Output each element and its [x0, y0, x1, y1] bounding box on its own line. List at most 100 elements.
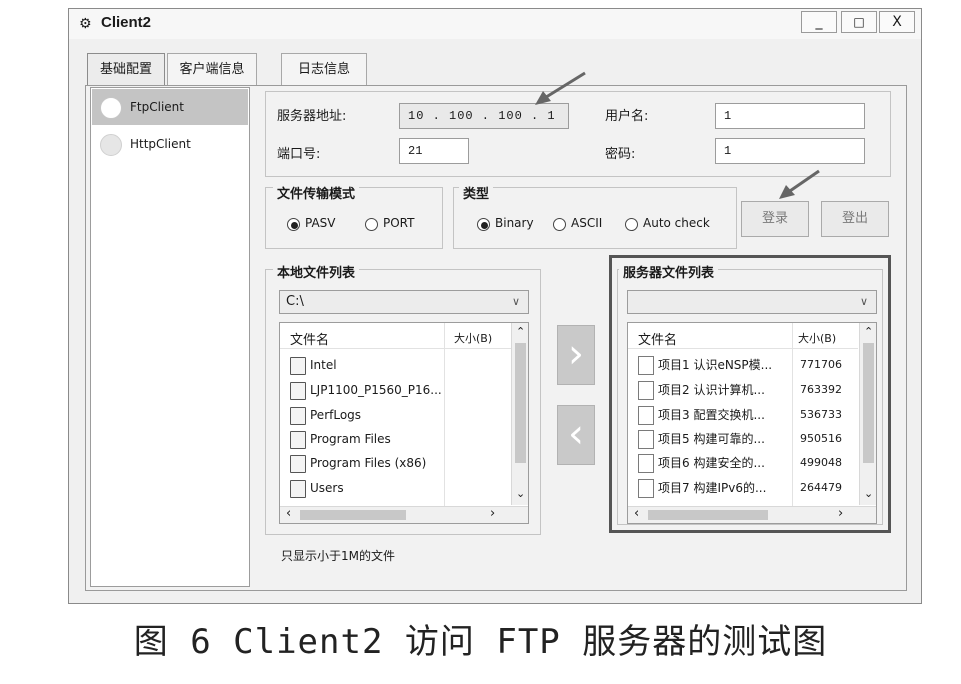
logout-button[interactable]: 登出: [821, 201, 889, 237]
local-path-value: C:\: [286, 294, 304, 309]
column-divider: [444, 323, 445, 523]
scroll-thumb[interactable]: [300, 510, 406, 520]
local-file-row[interactable]: Program Files (x86): [286, 451, 426, 475]
login-button[interactable]: 登录: [741, 201, 809, 237]
chevron-down-icon: ∨: [859, 295, 868, 308]
close-button[interactable]: X: [879, 11, 915, 33]
server-file-row[interactable]: 项目5 构建可靠的... 950516: [634, 427, 860, 451]
server-vertical-scrollbar[interactable]: ⌃ ⌄: [859, 323, 876, 505]
server-path-select[interactable]: ∨: [627, 290, 877, 314]
server-address-label: 服务器地址:: [277, 109, 347, 124]
file-icon: [638, 454, 654, 473]
server-file-row[interactable]: 项目1 认识eNSP模... 771706: [634, 353, 860, 377]
scroll-right-icon[interactable]: ›: [490, 506, 495, 521]
folder-icon: [290, 455, 306, 473]
tab-client-info[interactable]: 客户端信息: [167, 53, 257, 86]
scroll-thumb[interactable]: [863, 343, 874, 463]
client-type-sidebar: FtpClient HttpClient: [90, 87, 250, 587]
scroll-left-icon[interactable]: ‹: [634, 506, 639, 521]
app-icon: ⚙: [79, 16, 92, 32]
server-file-row[interactable]: 项目7 构建IPv6的... 264479: [634, 476, 860, 500]
local-col-name-header[interactable]: 文件名: [290, 329, 329, 348]
auto-check-label: Auto check: [643, 216, 710, 230]
figure-caption: 图 6 Client2 访问 FTP 服务器的测试图: [133, 622, 828, 662]
type-title: 类型: [459, 183, 494, 202]
annotation-arrow-address-icon: [535, 71, 586, 105]
local-file-row[interactable]: PerfLogs: [286, 403, 361, 427]
client-window: ⚙ Client2 _ □ X 基础配置 客户端信息 日志信息 FtpClien…: [68, 8, 922, 604]
scroll-thumb[interactable]: [515, 343, 526, 463]
scroll-up-icon[interactable]: ⌃: [516, 325, 525, 338]
local-file-row[interactable]: Users: [286, 476, 344, 500]
folder-icon: [290, 357, 306, 375]
port-input[interactable]: 21: [399, 138, 469, 164]
port-radio[interactable]: [365, 218, 378, 231]
server-file-row[interactable]: 项目2 认识计算机... 763392: [634, 378, 860, 402]
scroll-up-icon[interactable]: ⌃: [864, 325, 873, 338]
file-icon: [638, 479, 654, 498]
file-icon: [638, 356, 654, 375]
pasv-radio[interactable]: [287, 218, 300, 231]
local-file-row[interactable]: Intel: [286, 353, 337, 377]
window-title: Client2: [101, 14, 152, 31]
binary-radio[interactable]: [477, 218, 490, 231]
username-label: 用户名:: [605, 109, 649, 124]
filter-note: 只显示小于1M的文件: [281, 549, 395, 563]
file-icon: [638, 430, 654, 449]
local-vertical-scrollbar[interactable]: ⌃ ⌄: [511, 323, 528, 505]
maximize-button[interactable]: □: [841, 11, 877, 33]
local-horizontal-scrollbar[interactable]: ‹ ›: [280, 506, 528, 523]
port-label: 端口号:: [277, 147, 321, 162]
scroll-left-icon[interactable]: ‹: [286, 506, 291, 521]
pasv-label: PASV: [305, 216, 336, 230]
upload-arrow-button[interactable]: ›: [557, 325, 595, 385]
server-horizontal-scrollbar[interactable]: ‹ ›: [628, 506, 876, 523]
ascii-radio[interactable]: [553, 218, 566, 231]
local-list-header: 文件名 大小(B): [280, 323, 518, 523]
server-file-row[interactable]: 项目6 构建安全的... 499048: [634, 451, 860, 475]
local-path-select[interactable]: C:\ ∨: [279, 290, 529, 314]
ascii-label: ASCII: [571, 216, 603, 230]
server-col-name-header[interactable]: 文件名: [638, 329, 677, 348]
username-input[interactable]: 1: [715, 103, 865, 129]
binary-label: Binary: [495, 216, 534, 230]
transfer-mode-title: 文件传输模式: [273, 183, 360, 202]
chevron-down-icon: ∨: [511, 295, 520, 308]
tab-basic-config[interactable]: 基础配置: [87, 53, 165, 86]
folder-icon: [290, 382, 306, 400]
download-arrow-button[interactable]: ‹: [557, 405, 595, 465]
auto-check-radio[interactable]: [625, 218, 638, 231]
ftp-client-icon: [100, 97, 122, 119]
password-input[interactable]: 1: [715, 138, 865, 164]
sidebar-item-label: HttpClient: [130, 137, 191, 151]
folder-icon: [290, 431, 306, 449]
server-file-row[interactable]: 项目3 配置交换机... 536733: [634, 403, 860, 427]
scroll-thumb[interactable]: [648, 510, 768, 520]
http-client-icon: [100, 134, 122, 156]
sidebar-item-label: FtpClient: [130, 100, 184, 114]
file-icon: [638, 381, 654, 400]
annotation-arrow-login-icon: [779, 169, 820, 199]
local-col-size-header[interactable]: 大小(B): [454, 330, 492, 346]
minimize-button[interactable]: _: [801, 11, 837, 33]
port-mode-label: PORT: [383, 216, 415, 230]
sidebar-item-httpclient[interactable]: HttpClient: [92, 126, 248, 162]
password-label: 密码:: [605, 147, 636, 162]
file-icon: [638, 406, 654, 425]
sidebar-item-ftpclient[interactable]: FtpClient: [92, 89, 248, 125]
local-files-title: 本地文件列表: [273, 262, 360, 281]
scroll-down-icon[interactable]: ⌄: [516, 487, 525, 500]
title-bar: ⚙ Client2 _ □ X: [69, 9, 921, 39]
server-list-header: 文件名 大小(B): [628, 323, 858, 523]
local-file-list[interactable]: 文件名 大小(B) Intel LJP1100_P1560_P16... Per…: [279, 322, 529, 524]
server-col-size-header[interactable]: 大小(B): [798, 330, 836, 346]
local-file-row[interactable]: Program Files: [286, 427, 391, 451]
folder-icon: [290, 480, 306, 498]
server-file-list[interactable]: 文件名 大小(B) 项目1 认识eNSP模... 771706 项目2 认识计算机…: [627, 322, 877, 524]
server-files-title: 服务器文件列表: [619, 262, 719, 281]
scroll-right-icon[interactable]: ›: [838, 506, 843, 521]
tab-log-info[interactable]: 日志信息: [281, 53, 367, 86]
folder-icon: [290, 407, 306, 425]
local-file-row[interactable]: LJP1100_P1560_P16...: [286, 378, 442, 402]
scroll-down-icon[interactable]: ⌄: [864, 487, 873, 500]
